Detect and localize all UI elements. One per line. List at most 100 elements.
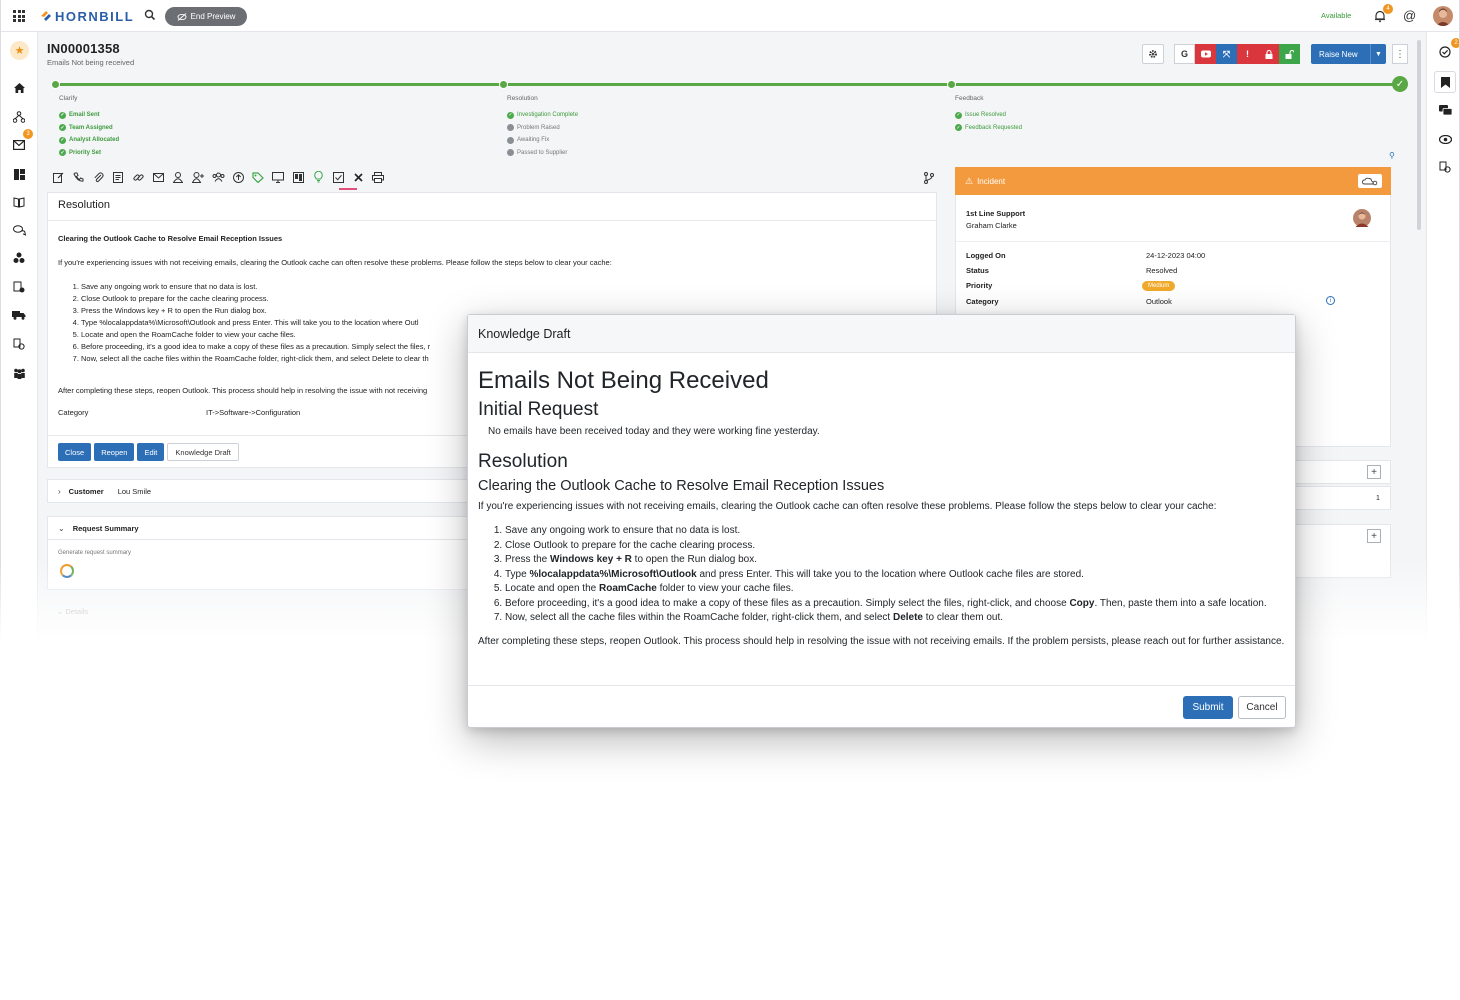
document-icon[interactable] bbox=[111, 170, 125, 184]
availability-status[interactable]: Available bbox=[1321, 11, 1351, 20]
field-label: Status bbox=[966, 266, 989, 275]
customer-label: Customer bbox=[68, 486, 104, 496]
app-launcher-icon[interactable] bbox=[13, 10, 25, 22]
edit-button[interactable]: Edit bbox=[137, 443, 165, 461]
tasks-count-badge: 2 bbox=[1451, 38, 1459, 48]
conversations-icon[interactable] bbox=[11, 222, 27, 238]
escalate-exclamation-icon[interactable]: ! bbox=[1237, 44, 1258, 64]
stage-item: ✓ Analyst Allocated bbox=[59, 136, 120, 144]
category-label: Category bbox=[58, 408, 89, 417]
reopen-button[interactable]: Reopen bbox=[94, 443, 135, 461]
org-chart-icon[interactable] bbox=[11, 109, 27, 125]
board-icon[interactable] bbox=[291, 170, 305, 184]
tasks-check-icon[interactable] bbox=[1437, 44, 1453, 60]
chat-icon[interactable] bbox=[1437, 102, 1453, 118]
cloud-settings-icon[interactable] bbox=[1358, 174, 1382, 188]
tag-icon[interactable] bbox=[251, 170, 265, 184]
assigned-analyst[interactable]: Graham Clarke bbox=[966, 221, 1017, 230]
stage-item: ✓ Team Assigned bbox=[59, 124, 113, 132]
ai-generate-icon[interactable] bbox=[60, 564, 74, 578]
mentions-icon[interactable]: @ bbox=[1403, 8, 1416, 23]
list-item: Save any ongoing work to ensure that no … bbox=[505, 524, 1285, 539]
end-preview-button[interactable]: End Preview bbox=[165, 7, 247, 26]
stage-item: Passed to Supplier bbox=[507, 147, 578, 160]
stage-node-resolution bbox=[499, 80, 508, 89]
check-icon: ✓ bbox=[507, 111, 514, 119]
inbox-icon[interactable] bbox=[11, 137, 27, 153]
record-summary: Emails Not being received bbox=[47, 58, 135, 67]
stage-node-feedback bbox=[947, 80, 956, 89]
close-button[interactable]: Close bbox=[58, 443, 92, 461]
unlock-icon[interactable] bbox=[1279, 44, 1300, 64]
raise-new-label: Raise New bbox=[1319, 49, 1358, 59]
monitor-icon[interactable] bbox=[271, 170, 285, 184]
record-id: IN00001358 bbox=[47, 41, 120, 56]
list-item: Save any ongoing work to ensure that no … bbox=[81, 281, 926, 293]
resolution-check-icon[interactable] bbox=[331, 170, 345, 184]
top-bar: HORNBILL End Preview Available 4 @ bbox=[1, 0, 1459, 32]
details-label: Details bbox=[65, 607, 89, 616]
people-icon[interactable] bbox=[11, 365, 27, 381]
watch-eye-icon[interactable] bbox=[1437, 131, 1453, 147]
email-icon[interactable] bbox=[151, 170, 165, 184]
category-value: IT->Software->Configuration bbox=[206, 408, 301, 417]
assets-icon[interactable] bbox=[11, 279, 27, 295]
cancel-button[interactable]: Cancel bbox=[1238, 696, 1286, 719]
escalate-arrow-icon[interactable] bbox=[231, 170, 245, 184]
search-icon[interactable] bbox=[143, 8, 157, 22]
knowledge-book-icon[interactable] bbox=[11, 194, 27, 210]
team-icon[interactable] bbox=[211, 170, 225, 184]
print-icon[interactable] bbox=[371, 170, 385, 184]
knowledge-draft-button[interactable]: Knowledge Draft bbox=[167, 443, 239, 461]
lightbulb-icon[interactable] bbox=[311, 170, 325, 184]
raise-new-button[interactable]: Raise New ▼ bbox=[1311, 44, 1386, 64]
add-user-icon[interactable] bbox=[191, 170, 205, 184]
check-icon: ✓ bbox=[59, 136, 66, 144]
link-icon[interactable] bbox=[131, 170, 145, 184]
assigned-team: 1st Line Support bbox=[966, 209, 1026, 218]
expand-icon[interactable]: ⤧ bbox=[1216, 44, 1237, 64]
stage-title: Resolution bbox=[507, 95, 538, 102]
list-item: Type %localappdata%\Microsoft\Outlook an… bbox=[505, 568, 1285, 583]
notifications-count-badge: 4 bbox=[1383, 4, 1393, 14]
field-label: Category bbox=[966, 297, 999, 306]
linked-items-icon[interactable] bbox=[1437, 159, 1453, 175]
user-avatar[interactable] bbox=[1433, 6, 1453, 26]
add-plus-icon[interactable]: + bbox=[1367, 529, 1381, 543]
lock-icon[interactable] bbox=[1258, 44, 1279, 64]
more-options-icon[interactable]: ⋮ bbox=[1392, 44, 1408, 64]
close-x-icon[interactable] bbox=[351, 170, 365, 184]
call-icon[interactable] bbox=[71, 170, 85, 184]
resolution-title: Clearing the Outlook Cache to Resolve Em… bbox=[58, 234, 283, 243]
priority-badge: Medium bbox=[1142, 281, 1176, 291]
edit-note-icon[interactable] bbox=[51, 170, 65, 184]
stage-item: ✓ Investigation Complete bbox=[507, 111, 579, 119]
submit-button[interactable]: Submit bbox=[1183, 696, 1233, 719]
eye-off-icon bbox=[177, 12, 186, 21]
page-scrollbar[interactable] bbox=[1417, 40, 1421, 230]
info-icon[interactable]: i bbox=[1326, 296, 1335, 305]
customer-user-icon[interactable] bbox=[171, 170, 185, 184]
settings-gear-icon[interactable] bbox=[1142, 44, 1164, 64]
record-toolbar bbox=[51, 170, 385, 184]
hornbill-logo[interactable]: HORNBILL bbox=[39, 8, 134, 24]
video-icon[interactable] bbox=[1195, 44, 1216, 64]
bookmark-icon[interactable] bbox=[1434, 71, 1456, 93]
home-icon[interactable] bbox=[11, 80, 27, 96]
analyst-avatar[interactable] bbox=[1353, 209, 1371, 227]
attachment-icon[interactable] bbox=[91, 170, 105, 184]
stage-resolution: Resolution ✓ Investigation Complete Probl… bbox=[507, 95, 578, 159]
pending-dot-icon bbox=[507, 136, 514, 144]
stage-item: ✓ Email Sent bbox=[59, 111, 100, 119]
chevron-down-icon[interactable]: ▼ bbox=[1370, 44, 1386, 64]
modal-title: Knowledge Draft bbox=[468, 315, 1295, 353]
configuration-icon[interactable] bbox=[11, 336, 27, 352]
google-search-icon[interactable]: G bbox=[1174, 44, 1195, 64]
branch-icon[interactable] bbox=[923, 172, 935, 184]
pin-icon[interactable]: ⚲ bbox=[1389, 151, 1395, 160]
favorites-star-icon[interactable]: ★ bbox=[10, 41, 29, 60]
delivery-truck-icon[interactable] bbox=[11, 307, 27, 323]
services-icon[interactable] bbox=[11, 250, 27, 266]
dashboard-icon[interactable] bbox=[11, 166, 27, 182]
add-plus-icon[interactable]: + bbox=[1367, 465, 1381, 479]
